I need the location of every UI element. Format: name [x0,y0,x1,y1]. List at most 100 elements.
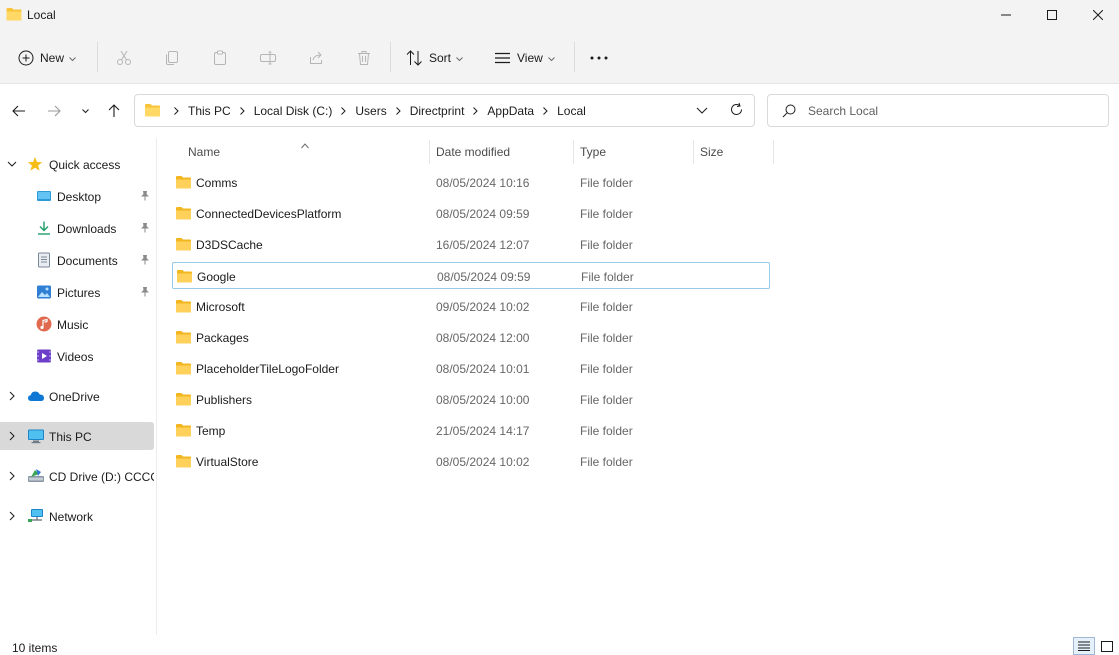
chevron-right-icon [239,106,245,115]
folder-icon [175,330,192,347]
folder-icon [175,454,192,471]
folder-icon [175,392,192,409]
plus-circle-icon [18,50,34,66]
documents-icon [36,252,52,268]
sidebar-item-desktop[interactable]: Desktop [0,182,154,210]
breadcrumb-directprint[interactable]: Directprint [410,104,465,118]
sidebar-item-quick-access[interactable]: Quick access [0,150,154,178]
sidebar-item-documents[interactable]: Documents [0,246,154,274]
title-bar: Local [0,0,1119,30]
breadcrumb-users[interactable]: Users [355,104,386,118]
sidebar-item-this-pc[interactable]: This PC [0,422,154,450]
sidebar-item-music[interactable]: Music [0,310,154,338]
file-row[interactable]: VirtualStore 08/05/2024 10:02 File folder [172,448,770,475]
column-header-date[interactable]: Date modified [436,138,572,166]
column-header-size[interactable]: Size [700,138,772,166]
new-button[interactable]: New [18,44,76,72]
file-date-modified: 08/05/2024 10:00 [436,393,530,407]
view-list-icon [494,51,511,65]
sidebar-item-label: Videos [57,350,94,364]
folder-icon [175,423,192,440]
large-icons-view-button[interactable] [1099,638,1115,654]
status-bar: 10 items [0,635,1119,655]
file-row[interactable]: ConnectedDevicesPlatform 08/05/2024 09:59… [172,200,770,227]
share-button[interactable] [307,44,325,72]
file-date-modified: 08/05/2024 10:16 [436,176,530,190]
refresh-icon[interactable] [729,102,744,120]
view-label: View [517,51,543,65]
toolbar-divider [97,42,98,72]
computer-icon [27,428,44,444]
sidebar-item-network[interactable]: Network [0,502,154,530]
file-row[interactable]: Google 08/05/2024 09:59 File folder [172,262,770,289]
minimize-button[interactable] [983,0,1029,30]
toolbar-divider [390,42,391,72]
sidebar-item-pictures[interactable]: Pictures [0,278,154,306]
item-count: 10 items [12,641,58,655]
more-options-button[interactable] [590,44,608,72]
file-type: File folder [580,331,633,345]
file-date-modified: 09/05/2024 10:02 [436,300,530,314]
sidebar-item-cd-drive[interactable]: CD Drive (D:) CCCOMA_X64FRE_EN-GB_DV9 [0,462,154,490]
column-header-type[interactable]: Type [580,138,692,166]
details-view-icon [1078,641,1090,651]
cd-drive-icon [27,468,44,484]
copy-button[interactable] [163,44,181,72]
breadcrumb-appdata[interactable]: AppData [487,104,534,118]
file-row[interactable]: D3DSCache 16/05/2024 12:07 File folder [172,231,770,258]
breadcrumb-local[interactable]: Local [557,104,586,118]
paste-button[interactable] [211,44,229,72]
recent-locations-button[interactable] [74,100,96,122]
search-input[interactable] [808,95,1098,126]
command-bar: New Sort View [0,30,1119,84]
search-icon [782,104,796,121]
address-history-dropdown[interactable] [696,103,708,120]
view-button[interactable]: View [494,44,555,72]
column-divider[interactable] [429,140,430,164]
column-divider[interactable] [693,140,694,164]
close-button[interactable] [1075,0,1119,30]
delete-button[interactable] [355,44,373,72]
chevron-right-icon[interactable] [7,470,17,484]
column-divider[interactable] [773,140,774,164]
sidebar-item-label: This PC [49,430,92,444]
up-button[interactable] [103,100,125,122]
file-row[interactable]: Packages 08/05/2024 12:00 File folder [172,324,770,351]
sidebar-item-videos[interactable]: Videos [0,342,154,370]
file-row[interactable]: Publishers 08/05/2024 10:00 File folder [172,386,770,413]
rename-button[interactable] [259,44,277,72]
details-view-button[interactable] [1073,637,1095,655]
address-bar[interactable]: This PC Local Disk (C:) Users Directprin… [134,94,755,127]
maximize-button[interactable] [1029,0,1075,30]
copy-icon [163,49,181,67]
file-row[interactable]: Microsoft 09/05/2024 10:02 File folder [172,293,770,320]
chevron-down-icon[interactable] [7,158,17,172]
breadcrumb-local-disk[interactable]: Local Disk (C:) [254,104,333,118]
column-divider[interactable] [573,140,574,164]
navigation-pane: Quick access Desktop Downloads Documents [0,138,157,635]
clipboard-icon [211,49,229,67]
chevron-right-icon[interactable] [7,430,17,444]
file-date-modified: 08/05/2024 10:02 [436,455,530,469]
sidebar-item-downloads[interactable]: Downloads [0,214,154,242]
file-type: File folder [580,238,633,252]
chevron-right-icon[interactable] [7,510,17,524]
folder-icon [176,269,193,286]
file-date-modified: 08/05/2024 09:59 [436,207,530,221]
file-row[interactable]: Comms 08/05/2024 10:16 File folder [172,169,770,196]
file-row[interactable]: PlaceholderTileLogoFolder 08/05/2024 10:0… [172,355,770,382]
sidebar-item-onedrive[interactable]: OneDrive [0,382,154,410]
forward-button[interactable] [43,100,65,122]
folder-icon [6,7,22,21]
file-row[interactable]: Temp 21/05/2024 14:17 File folder [172,417,770,444]
file-name: D3DSCache [196,238,263,252]
sidebar-item-label: Quick access [49,158,121,172]
star-icon [27,156,43,172]
cut-button[interactable] [115,44,133,72]
search-box[interactable] [767,94,1109,127]
breadcrumb-this-pc[interactable]: This PC [188,104,231,118]
sort-button[interactable]: Sort [406,44,463,72]
column-header-name[interactable]: Name [188,138,428,166]
chevron-right-icon[interactable] [7,390,17,404]
back-button[interactable] [8,100,30,122]
